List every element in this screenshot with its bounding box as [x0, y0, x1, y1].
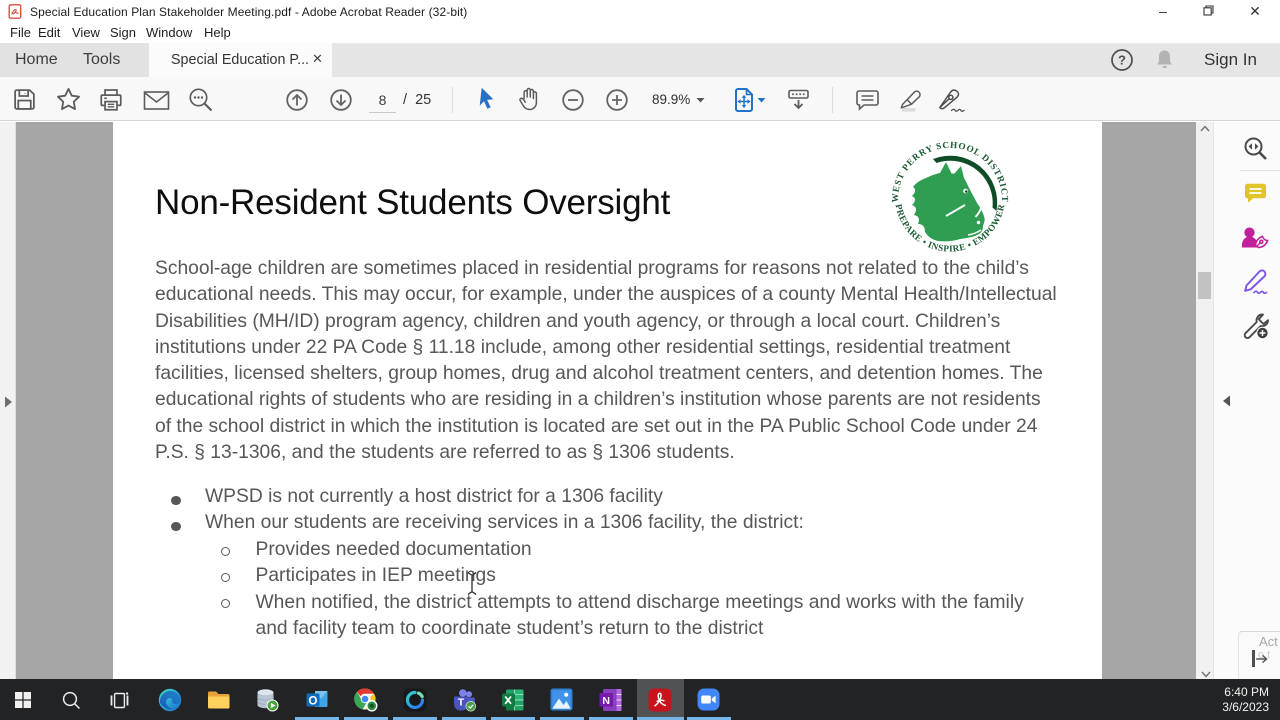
svg-text:?: ? — [1118, 53, 1126, 68]
svg-text:T: T — [458, 697, 465, 709]
svg-text:O: O — [309, 695, 318, 707]
svg-text:N: N — [602, 695, 610, 707]
